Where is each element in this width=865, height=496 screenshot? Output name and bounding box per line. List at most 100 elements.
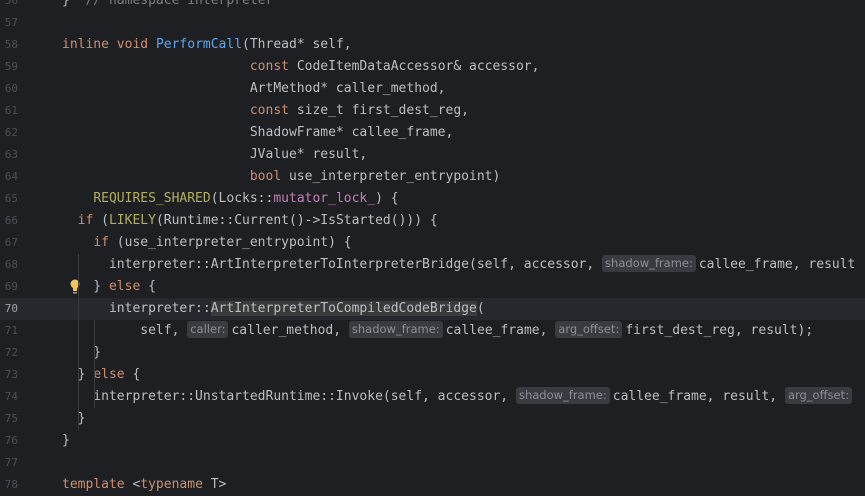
line-number: 77 — [4, 456, 18, 469]
code-token: (Runtime::Current()->IsStarted())) { — [155, 213, 438, 228]
parameter-hint: arg_offset: — [784, 387, 852, 404]
code-line[interactable]: 61 const size_t first_dest_reg, — [0, 100, 865, 122]
lightbulb-icon[interactable] — [69, 278, 81, 295]
parameter-hint: shadow_frame: — [602, 255, 696, 272]
code-text[interactable]: const size_t first_dest_reg, — [62, 100, 469, 122]
code-line[interactable]: 70 interpreter::ArtInterpreterToCompiled… — [0, 298, 865, 320]
code-text[interactable]: ArtMethod* caller_method, — [62, 78, 446, 100]
line-number: 62 — [4, 126, 18, 139]
code-line[interactable]: 64 bool use_interpreter_entrypoint) — [0, 166, 865, 188]
code-text[interactable]: interpreter::ArtInterpreterToInterpreter… — [62, 254, 855, 276]
code-line[interactable]: 59 const CodeItemDataAccessor& accessor, — [0, 56, 865, 78]
code-token: (Thread* self, — [242, 37, 352, 52]
code-line[interactable]: 77 — [0, 452, 865, 474]
code-token: } — [62, 345, 102, 360]
code-line[interactable]: 56 } // namespace interpreter — [0, 0, 865, 12]
code-text[interactable]: interpreter::UnstartedRuntime::Invoke(se… — [62, 386, 855, 408]
code-text[interactable]: } — [62, 342, 101, 364]
line-number: 60 — [4, 82, 18, 95]
code-token: { — [132, 367, 141, 382]
code-text[interactable]: ShadowFrame* callee_frame, — [62, 122, 454, 144]
code-token: ( — [476, 301, 485, 316]
code-token: size_t first_dest_reg, — [296, 103, 469, 118]
code-line[interactable]: 74 interpreter::UnstartedRuntime::Invoke… — [0, 386, 865, 408]
line-number: 63 — [4, 148, 18, 161]
indent-guide — [78, 254, 79, 430]
line-number: 61 — [4, 104, 18, 117]
code-token: } — [62, 411, 86, 426]
code-line[interactable]: 63 JValue* result, — [0, 144, 865, 166]
code-editor[interactable]: 56} // namespace interpreter 57 58 inline v… — [0, 0, 865, 496]
line-number: 75 — [4, 412, 18, 425]
line-number: 59 — [4, 60, 18, 73]
code-token: // namespace interpreter — [85, 0, 274, 8]
code-text[interactable]: if (LIKELY(Runtime::Current()->IsStarted… — [62, 210, 438, 232]
code-line[interactable]: 71 self, caller: caller_method, shadow_fr… — [0, 320, 865, 342]
code-token: ShadowFrame* callee_frame, — [62, 125, 454, 140]
line-number: 73 — [4, 368, 18, 381]
code-text[interactable]: const CodeItemDataAccessor& accessor, — [62, 56, 540, 78]
code-text[interactable]: inline void PerformCall(Thread* self, — [62, 34, 352, 56]
code-token: void — [116, 37, 156, 52]
code-token: PerformCall — [155, 37, 243, 52]
code-token: (Locks:: — [210, 191, 274, 206]
code-token: interpreter:: — [62, 301, 211, 316]
code-line[interactable]: 78 template <typename T> — [0, 474, 865, 496]
code-line[interactable]: 76} — [0, 430, 865, 452]
code-token: CodeItemDataAccessor& accessor, — [296, 59, 540, 74]
code-line[interactable]: 67 if (use_interpreter_entrypoint) { — [0, 232, 865, 254]
code-text[interactable]: } — [62, 408, 86, 430]
code-line[interactable]: 68 interpreter::ArtInterpreterToInterpre… — [0, 254, 865, 276]
line-number: 56 — [4, 0, 18, 7]
code-token: ArtMethod* caller_method, — [62, 81, 446, 96]
code-token: const — [249, 103, 297, 118]
code-line[interactable]: 75 } — [0, 408, 865, 430]
code-line[interactable]: 66 if (LIKELY(Runtime::Current()->IsStar… — [0, 210, 865, 232]
line-number: 68 — [4, 258, 18, 271]
code-text[interactable]: } else { — [62, 364, 141, 386]
line-number: 76 — [4, 434, 18, 447]
code-line[interactable]: 73 } else { — [0, 364, 865, 386]
code-token: if — [77, 213, 102, 228]
parameter-hint: shadow_frame: — [348, 321, 443, 338]
code-line[interactable]: 65 REQUIRES_SHARED(Locks::mutator_lock_)… — [0, 188, 865, 210]
code-line[interactable]: 57 — [0, 12, 865, 34]
code-token: } — [62, 433, 70, 448]
line-number: 58 — [4, 38, 18, 51]
code-token: interpreter::ArtInterpreterToInterpreter… — [62, 257, 603, 272]
code-token: bool — [249, 169, 289, 184]
parameter-hint: arg_offset: — [555, 321, 623, 338]
code-text[interactable]: interpreter::ArtInterpreterToCompiledCod… — [62, 298, 485, 320]
code-line[interactable]: 60 ArtMethod* caller_method, — [0, 78, 865, 100]
code-line[interactable]: 69 } else { — [0, 276, 865, 298]
line-number: 78 — [4, 478, 18, 491]
code-token: template — [62, 477, 133, 492]
code-text[interactable]: JValue* result, — [62, 144, 367, 166]
code-line[interactable]: 58 inline void PerformCall(Thread* self, — [0, 34, 865, 56]
code-token: REQUIRES_SHARED — [93, 191, 211, 206]
code-text[interactable]: REQUIRES_SHARED(Locks::mutator_lock_) { — [62, 188, 398, 210]
line-number: 57 — [4, 16, 18, 29]
parameter-hint: caller: — [187, 321, 229, 338]
code-token: else — [108, 279, 149, 294]
code-text[interactable]: template <typename T> — [62, 474, 226, 496]
code-line[interactable]: 72 } — [0, 342, 865, 364]
code-text[interactable]: } // namespace interpreter — [62, 0, 273, 12]
line-number: 70 — [4, 302, 18, 315]
code-text[interactable]: } — [62, 430, 70, 452]
line-number: 65 — [4, 192, 18, 205]
code-text[interactable]: if (use_interpreter_entrypoint) { — [62, 232, 351, 254]
line-number: 69 — [4, 280, 18, 293]
code-token: callee_frame, result, — [612, 389, 785, 404]
code-text[interactable]: self, caller: caller_method, shadow_frame… — [62, 320, 813, 342]
code-text[interactable]: bool use_interpreter_entrypoint) — [62, 166, 500, 188]
code-token: use_interpreter_entrypoint) — [288, 169, 501, 184]
line-number: 64 — [4, 170, 18, 183]
line-number: 66 — [4, 214, 18, 227]
code-token: callee_frame, result — [698, 257, 856, 272]
code-line[interactable]: 62 ShadowFrame* callee_frame, — [0, 122, 865, 144]
